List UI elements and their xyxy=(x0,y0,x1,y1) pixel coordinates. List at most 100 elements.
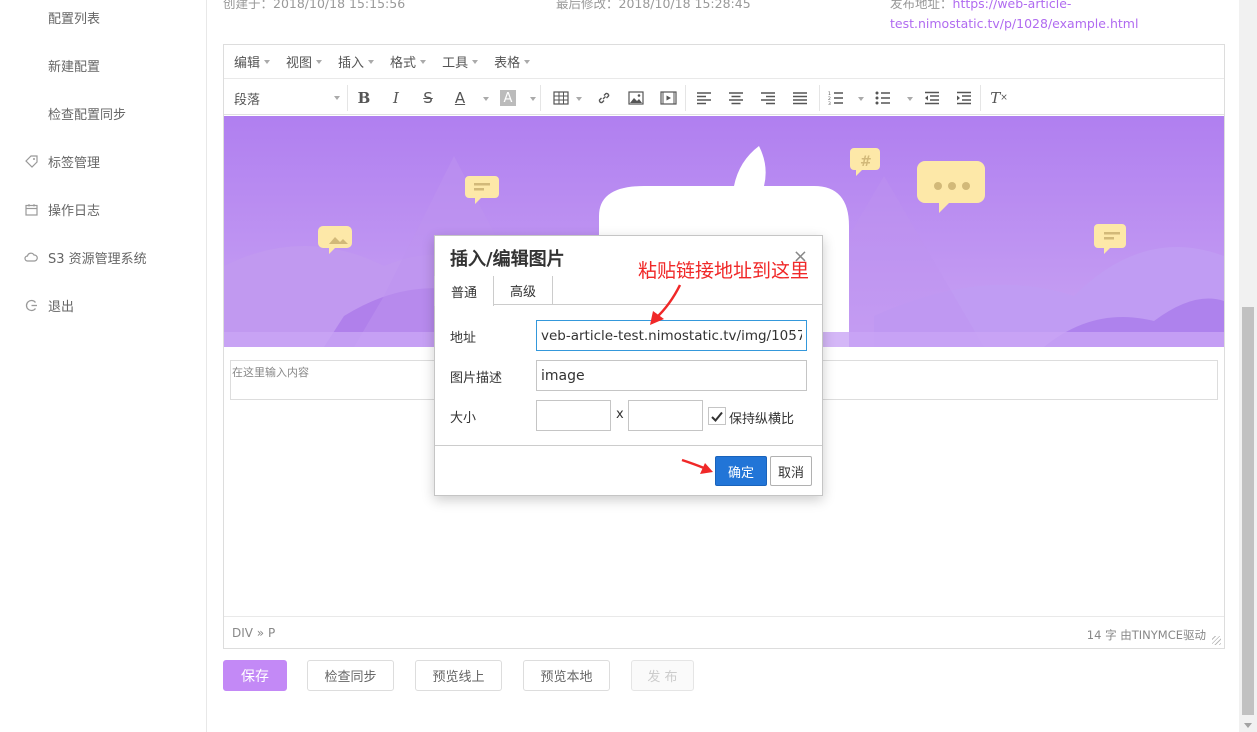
chevron-down-icon[interactable] xyxy=(530,97,536,101)
table-icon[interactable] xyxy=(552,88,570,108)
align-right-icon[interactable] xyxy=(758,88,778,108)
sidebar-item-tags[interactable]: 标签管理 xyxy=(0,149,207,173)
menu-view[interactable]: 视图 xyxy=(286,52,323,71)
strikethrough-icon[interactable]: S xyxy=(418,88,438,108)
source-label: 地址 xyxy=(450,331,477,346)
save-button[interactable]: 保存 xyxy=(223,660,287,691)
checkmark-icon xyxy=(711,411,723,422)
page-scrollbar[interactable] xyxy=(1239,0,1257,732)
chevron-down-icon[interactable] xyxy=(576,97,582,101)
bold-icon[interactable]: B xyxy=(354,88,374,108)
constrain-proportions-checkbox[interactable] xyxy=(708,407,726,425)
menu-table[interactable]: 表格 xyxy=(494,52,531,71)
preview-online-button[interactable]: 预览线上 xyxy=(415,660,502,691)
menu-format[interactable]: 格式 xyxy=(390,52,427,71)
sidebar-item-new-config[interactable]: 新建配置 xyxy=(0,53,207,77)
menu-label: 工具 xyxy=(442,56,469,71)
annotation-text: 粘贴链接地址到这里 xyxy=(638,260,810,282)
align-left-icon[interactable] xyxy=(694,88,714,108)
menu-insert[interactable]: 插入 xyxy=(338,52,375,71)
modified-time: 最后修改：2018/10/18 15:28:45 xyxy=(556,0,751,11)
tag-icon xyxy=(24,154,38,168)
calendar-icon xyxy=(24,202,38,216)
sidebar-item-logs[interactable]: 操作日志 xyxy=(0,197,207,221)
editor-menubar: 编辑 视图 插入 格式 工具 表格 xyxy=(224,45,1224,79)
outdent-icon[interactable] xyxy=(922,88,942,108)
publish-button[interactable]: 发 布 xyxy=(631,660,694,691)
toolbar-divider xyxy=(347,85,348,111)
created-time: 创建于：2018/10/18 15:15:56 xyxy=(223,0,406,11)
logout-icon xyxy=(24,298,38,312)
description-label: 图片描述 xyxy=(450,371,503,386)
menu-edit[interactable]: 编辑 xyxy=(234,52,271,71)
annotation-arrow-icon xyxy=(650,284,682,325)
text-color-icon[interactable]: A xyxy=(450,88,470,108)
menu-tools[interactable]: 工具 xyxy=(442,52,479,71)
menu-label: 表格 xyxy=(494,56,521,71)
resize-handle-icon[interactable] xyxy=(1212,636,1221,645)
sidebar-item-check-sync[interactable]: 检查配置同步 xyxy=(0,101,207,125)
sidebar-item-label: 操作日志 xyxy=(48,203,101,219)
sidebar-item-label: 检查配置同步 xyxy=(48,107,127,123)
tab-general[interactable]: 普通 xyxy=(434,276,494,306)
indent-icon[interactable] xyxy=(954,88,974,108)
publish-address: 发布地址：https://web-article- xyxy=(890,0,1071,14)
sidebar-item-label: 配置列表 xyxy=(48,11,101,27)
chevron-down-icon xyxy=(264,59,271,64)
numbered-list-icon[interactable]: 123 xyxy=(827,88,845,108)
dialog-footer-divider xyxy=(435,445,822,446)
scrollbar-thumb[interactable] xyxy=(1242,307,1254,715)
sidebar-item-config-list[interactable]: 配置列表 xyxy=(0,5,207,29)
align-justify-icon[interactable] xyxy=(790,88,810,108)
chevron-down-icon xyxy=(472,59,479,64)
align-center-icon[interactable] xyxy=(726,88,746,108)
sidebar-item-s3[interactable]: S3 资源管理系统 xyxy=(0,245,207,269)
sidebar-item-label: 新建配置 xyxy=(48,59,101,75)
tab-advanced[interactable]: 高级 xyxy=(494,276,553,305)
image-icon[interactable] xyxy=(626,88,646,108)
toolbar-divider xyxy=(685,85,686,111)
italic-icon[interactable]: I xyxy=(386,88,406,108)
chevron-down-icon xyxy=(334,96,340,100)
clear-format-icon[interactable]: T × xyxy=(988,88,1010,108)
publish-url-line2: test.nimostatic.tv/p/1028/example.html xyxy=(890,14,1138,34)
bullet-list-icon[interactable] xyxy=(874,88,892,108)
publish-url-link-cont[interactable]: test.nimostatic.tv/p/1028/example.html xyxy=(890,16,1138,31)
ok-button[interactable]: 确定 xyxy=(715,456,767,486)
menu-label: 格式 xyxy=(390,56,417,71)
block-format-select[interactable]: 段落 xyxy=(234,89,340,108)
sidebar: 配置列表 新建配置 检查配置同步 标签管理 操作日志 S3 资源管理系统 退出 xyxy=(0,0,207,732)
sidebar-item-label: S3 资源管理系统 xyxy=(48,251,147,267)
chevron-down-icon xyxy=(524,59,531,64)
chevron-down-icon xyxy=(420,59,427,64)
block-format-value: 段落 xyxy=(234,93,261,108)
sidebar-item-label: 标签管理 xyxy=(48,155,101,171)
publish-label: 发布地址： xyxy=(890,0,953,11)
chevron-down-icon[interactable] xyxy=(483,97,489,101)
chevron-down-icon[interactable] xyxy=(907,97,913,101)
menu-label: 视图 xyxy=(286,56,313,71)
element-path[interactable]: DIV » P xyxy=(232,626,275,640)
svg-text:3: 3 xyxy=(828,101,831,105)
cloud-icon xyxy=(24,250,38,264)
chevron-down-icon xyxy=(368,59,375,64)
media-icon[interactable] xyxy=(658,88,678,108)
word-count: 14 字 由TINYMCE驱动 xyxy=(1086,628,1206,642)
image-description-input[interactable] xyxy=(536,360,807,391)
background-color-icon[interactable]: A xyxy=(500,90,516,106)
link-icon[interactable] xyxy=(594,88,614,108)
annotation-arrow-icon xyxy=(681,458,713,474)
check-sync-button[interactable]: 检查同步 xyxy=(307,660,394,691)
toolbar-divider xyxy=(540,85,541,111)
width-input[interactable] xyxy=(536,400,611,431)
preview-local-button[interactable]: 预览本地 xyxy=(523,660,610,691)
scroll-down-icon[interactable] xyxy=(1244,723,1252,728)
height-input[interactable] xyxy=(628,400,703,431)
sidebar-item-logout[interactable]: 退出 xyxy=(0,293,207,317)
dialog-title: 插入/编辑图片 xyxy=(450,249,565,270)
chevron-down-icon[interactable] xyxy=(858,97,864,101)
toolbar-divider xyxy=(980,85,981,111)
cancel-button[interactable]: 取消 xyxy=(770,456,812,486)
publish-url-link[interactable]: https://web-article- xyxy=(953,0,1072,11)
constrain-proportions-label: 保持纵横比 xyxy=(729,412,795,427)
